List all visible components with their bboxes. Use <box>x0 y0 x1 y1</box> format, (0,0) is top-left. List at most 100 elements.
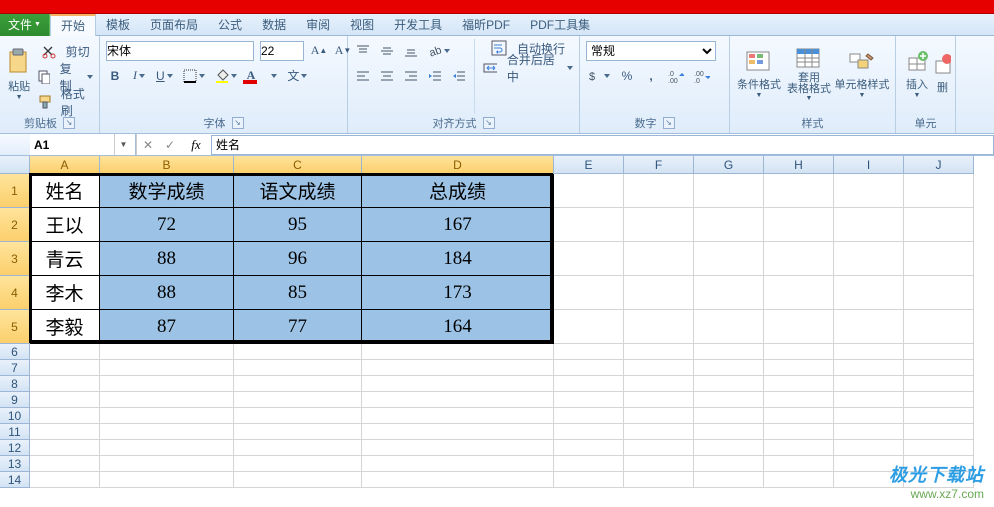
cell-D3[interactable]: 184 <box>362 242 554 276</box>
cell-A6[interactable] <box>30 344 100 360</box>
cell-J8[interactable] <box>904 376 974 392</box>
cell-G9[interactable] <box>694 392 764 408</box>
cell-J3[interactable] <box>904 242 974 276</box>
cell-D14[interactable] <box>362 472 554 488</box>
cell-B3[interactable]: 88 <box>100 242 234 276</box>
cell-D10[interactable] <box>362 408 554 424</box>
name-box[interactable]: ▼ <box>30 134 136 155</box>
align-bottom-button[interactable] <box>402 42 420 60</box>
tab-5[interactable]: 审阅 <box>296 14 340 36</box>
cell-reference-input[interactable] <box>30 136 114 154</box>
insert-button[interactable]: 插入▼ <box>900 39 934 109</box>
cell-A12[interactable] <box>30 440 100 456</box>
cell-C8[interactable] <box>234 376 362 392</box>
cell-A14[interactable] <box>30 472 100 488</box>
delete-button-partial[interactable]: 删 <box>934 39 951 109</box>
format-painter-button[interactable]: 格式刷 <box>36 93 95 111</box>
row-header-9[interactable]: 9 <box>0 392 30 408</box>
align-center-button[interactable] <box>378 67 396 85</box>
cell-H7[interactable] <box>764 360 834 376</box>
cell-E10[interactable] <box>554 408 624 424</box>
row-header-4[interactable]: 4 <box>0 276 30 310</box>
cell-C12[interactable] <box>234 440 362 456</box>
cell-G6[interactable] <box>694 344 764 360</box>
cell-B11[interactable] <box>100 424 234 440</box>
cell-H11[interactable] <box>764 424 834 440</box>
number-launcher[interactable]: ↘ <box>663 117 675 129</box>
alignment-launcher[interactable]: ↘ <box>483 117 495 129</box>
cell-I1[interactable] <box>834 174 904 208</box>
fill-color-button[interactable] <box>213 67 239 85</box>
increase-decimal-button[interactable]: .0.00 <box>666 67 686 85</box>
font-size-combo[interactable] <box>260 41 304 61</box>
cell-D9[interactable] <box>362 392 554 408</box>
cell-G10[interactable] <box>694 408 764 424</box>
cell-styles-button[interactable]: 单元格样式▼ <box>834 39 890 109</box>
row-header-8[interactable]: 8 <box>0 376 30 392</box>
cell-G4[interactable] <box>694 276 764 310</box>
cut-button[interactable]: 剪切 <box>36 43 95 61</box>
clipboard-launcher[interactable]: ↘ <box>63 117 75 129</box>
cell-H9[interactable] <box>764 392 834 408</box>
cancel-fx-button[interactable]: ✕ <box>137 134 159 155</box>
format-table-button[interactable]: 套用 表格格式▼ <box>784 39 834 109</box>
cell-E5[interactable] <box>554 310 624 344</box>
cell-B9[interactable] <box>100 392 234 408</box>
cell-H14[interactable] <box>764 472 834 488</box>
border-button[interactable] <box>181 67 207 85</box>
enter-fx-button[interactable]: ✓ <box>159 134 181 155</box>
cell-J10[interactable] <box>904 408 974 424</box>
cell-F14[interactable] <box>624 472 694 488</box>
cell-B8[interactable] <box>100 376 234 392</box>
file-tab[interactable]: 文件▼ <box>0 14 50 36</box>
cell-A11[interactable] <box>30 424 100 440</box>
cell-C14[interactable] <box>234 472 362 488</box>
cell-G8[interactable] <box>694 376 764 392</box>
cell-E7[interactable] <box>554 360 624 376</box>
cell-E1[interactable] <box>554 174 624 208</box>
cell-D12[interactable] <box>362 440 554 456</box>
cell-C13[interactable] <box>234 456 362 472</box>
cell-G5[interactable] <box>694 310 764 344</box>
cell-F8[interactable] <box>624 376 694 392</box>
cell-B7[interactable] <box>100 360 234 376</box>
name-box-dropdown[interactable]: ▼ <box>114 134 132 155</box>
cell-G14[interactable] <box>694 472 764 488</box>
decrease-decimal-button[interactable]: .00.0 <box>692 67 712 85</box>
cell-B2[interactable]: 72 <box>100 208 234 242</box>
cell-D11[interactable] <box>362 424 554 440</box>
cell-B6[interactable] <box>100 344 234 360</box>
cell-H10[interactable] <box>764 408 834 424</box>
row-header-12[interactable]: 12 <box>0 440 30 456</box>
cell-C5[interactable]: 77 <box>234 310 362 344</box>
cell-I3[interactable] <box>834 242 904 276</box>
cell-F6[interactable] <box>624 344 694 360</box>
cell-G12[interactable] <box>694 440 764 456</box>
cell-B10[interactable] <box>100 408 234 424</box>
tab-2[interactable]: 页面布局 <box>140 14 208 36</box>
cell-J7[interactable] <box>904 360 974 376</box>
cell-F9[interactable] <box>624 392 694 408</box>
cell-A10[interactable] <box>30 408 100 424</box>
cell-G1[interactable] <box>694 174 764 208</box>
cell-G13[interactable] <box>694 456 764 472</box>
cell-D8[interactable] <box>362 376 554 392</box>
cell-C3[interactable]: 96 <box>234 242 362 276</box>
cell-G2[interactable] <box>694 208 764 242</box>
cell-B4[interactable]: 88 <box>100 276 234 310</box>
tab-8[interactable]: 福昕PDF <box>452 14 520 36</box>
row-header-5[interactable]: 5 <box>0 310 30 344</box>
column-header-F[interactable]: F <box>624 156 694 174</box>
cell-H12[interactable] <box>764 440 834 456</box>
cell-D5[interactable]: 164 <box>362 310 554 344</box>
select-all-corner[interactable] <box>0 156 30 174</box>
column-header-H[interactable]: H <box>764 156 834 174</box>
cell-F2[interactable] <box>624 208 694 242</box>
fx-button[interactable]: fx <box>181 134 211 155</box>
cell-J12[interactable] <box>904 440 974 456</box>
cell-D1[interactable]: 总成绩 <box>362 174 554 208</box>
row-header-13[interactable]: 13 <box>0 456 30 472</box>
cell-B5[interactable]: 87 <box>100 310 234 344</box>
cell-I8[interactable] <box>834 376 904 392</box>
tab-3[interactable]: 公式 <box>208 14 252 36</box>
